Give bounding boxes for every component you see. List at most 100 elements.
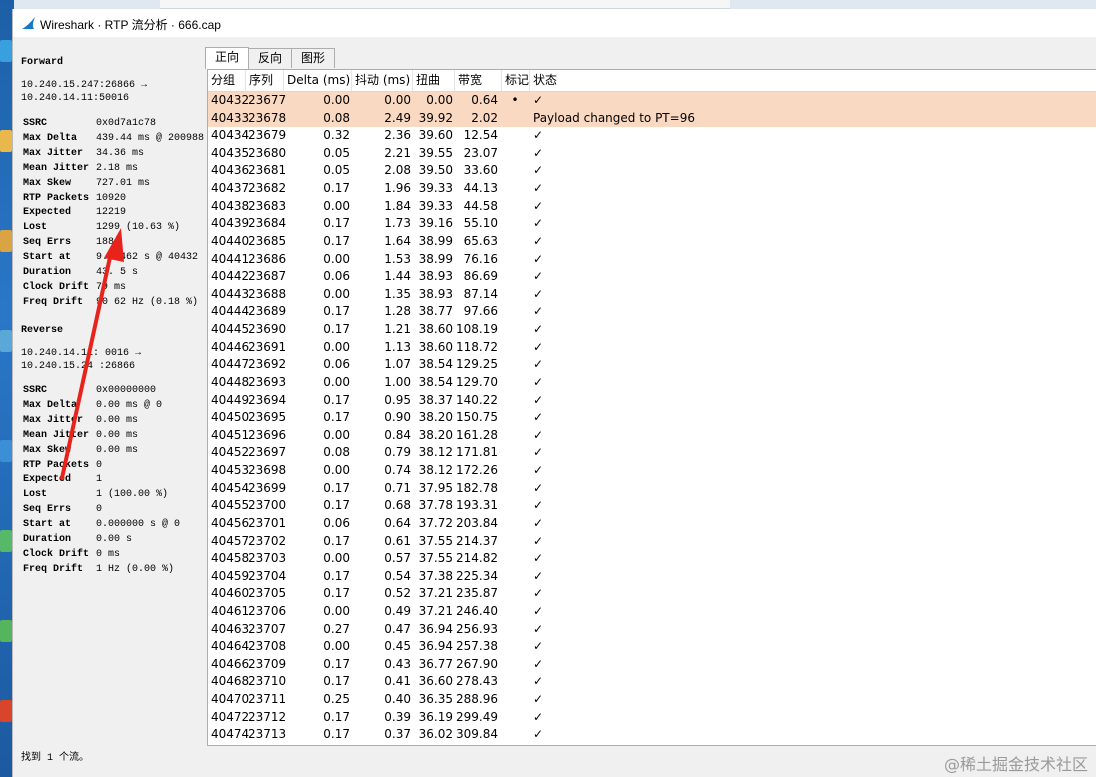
desktop-icon[interactable] (0, 440, 12, 462)
watermark: @稀土掘金技术社区 (943, 755, 1088, 774)
table-row[interactable]: 40434 23679 0.32 2.36 39.60 12.54 ✓ (208, 127, 1096, 145)
stat-key: SSRC (23, 118, 48, 129)
cell-delta: 0.00 (323, 339, 350, 354)
stat-value: 1 Hz (0.00 %) (96, 563, 175, 575)
col-header-delta[interactable]: Delta (ms) (284, 70, 352, 91)
table-row[interactable]: 40432 23677 0.00 0.00 0.00 0.64 • ✓ (208, 92, 1096, 110)
desktop-icon[interactable] (0, 230, 12, 252)
table-row[interactable]: 40461 23706 0.00 0.49 37.21 246.40 ✓ (208, 603, 1096, 621)
table-row[interactable]: 40450 23695 0.17 0.90 38.20 150.75 ✓ (208, 409, 1096, 427)
table-row[interactable]: 40466 23709 0.17 0.43 36.77 267.90 ✓ (208, 656, 1096, 674)
col-header-skew[interactable]: 扭曲 (413, 70, 455, 91)
cell-status: ✓ (533, 233, 544, 248)
cell-jitter: 0.57 (384, 551, 411, 566)
stat-row: Start at 9.9 462 s @ 40432 (23, 252, 198, 267)
table-row[interactable]: 40438 23683 0.00 1.84 39.33 44.58 ✓ (208, 198, 1096, 216)
cell-marker (502, 374, 528, 392)
col-header-packet[interactable]: 分组 (208, 70, 246, 91)
table-row[interactable]: 40456 23701 0.06 0.64 37.72 203.84 ✓ (208, 515, 1096, 533)
table-row[interactable]: 40468 23710 0.17 0.41 36.60 278.43 ✓ (208, 673, 1096, 691)
table-row[interactable]: 40459 23704 0.17 0.54 37.38 225.34 ✓ (208, 568, 1096, 586)
desktop-icon[interactable] (0, 700, 12, 722)
cell-delta: 0.17 (323, 533, 350, 548)
title-bar[interactable]: Wireshark · RTP 流分析 · 666.cap (13, 9, 1096, 37)
col-header-sequence[interactable]: 序列 (246, 70, 284, 91)
table-row[interactable]: 40451 23696 0.00 0.84 38.20 161.28 ✓ (208, 427, 1096, 445)
table-row[interactable]: 40441 23686 0.00 1.53 38.99 76.16 ✓ (208, 251, 1096, 269)
desktop-icon[interactable] (0, 530, 12, 552)
table-row[interactable]: 40442 23687 0.06 1.44 38.93 86.69 ✓ (208, 268, 1096, 286)
cell-skew: 38.60 (418, 339, 453, 354)
tab-graph[interactable]: 图形 (291, 48, 335, 68)
cell-bandwidth: 108.19 (456, 322, 498, 337)
cell-skew: 39.50 (418, 163, 453, 178)
table-row[interactable]: 40447 23692 0.06 1.07 38.54 129.25 ✓ (208, 356, 1096, 374)
cell-bandwidth: 161.28 (456, 427, 498, 442)
cell-skew: 38.60 (418, 322, 453, 337)
col-header-marker[interactable]: 标记 (502, 70, 530, 91)
reverse-addr-line1: 10.240.14.11: 0016 → (21, 348, 142, 359)
table-row[interactable]: 40439 23684 0.17 1.73 39.16 55.10 ✓ (208, 215, 1096, 233)
table-row[interactable]: 40454 23699 0.17 0.71 37.95 182.78 ✓ (208, 480, 1096, 498)
table-row[interactable]: 40474 23713 0.17 0.37 36.02 309.84 ✓ (208, 726, 1096, 744)
table-row[interactable]: 40448 23693 0.00 1.00 38.54 129.70 ✓ (208, 374, 1096, 392)
table-row[interactable]: 40436 23681 0.05 2.08 39.50 33.60 ✓ (208, 162, 1096, 180)
stat-value: 34.36 ms (96, 147, 145, 159)
table-row[interactable]: 40463 23707 0.27 0.47 36.94 256.93 ✓ (208, 621, 1096, 639)
cell-bandwidth: 235.87 (456, 586, 498, 601)
cell-status: ✓ (533, 639, 544, 654)
table-row[interactable]: 40435 23680 0.05 2.21 39.55 23.07 ✓ (208, 145, 1096, 163)
table-row[interactable]: 40455 23700 0.17 0.68 37.78 193.31 ✓ (208, 497, 1096, 515)
cell-status: ✓ (533, 322, 544, 337)
cell-marker (502, 233, 528, 251)
table-row[interactable]: 40460 23705 0.17 0.52 37.21 235.87 ✓ (208, 585, 1096, 603)
col-header-bandwidth[interactable]: 带宽 (455, 70, 502, 91)
desktop-icon[interactable] (0, 620, 12, 642)
stat-row: Expected 12219 (23, 207, 126, 222)
desktop-icon[interactable] (0, 40, 12, 62)
wireshark-fin-icon (22, 17, 35, 29)
table-row[interactable]: 40464 23708 0.00 0.45 36.94 257.38 ✓ (208, 638, 1096, 656)
col-header-status[interactable]: 状态 (530, 70, 1096, 91)
cell-jitter: 1.07 (384, 357, 411, 372)
cell-jitter: 2.08 (384, 163, 411, 178)
stat-row: Max Skew 0.00 ms (23, 445, 138, 460)
col-header-jitter[interactable]: 抖动 (ms) (352, 70, 413, 91)
cell-packet: 40443 (211, 286, 250, 301)
table-row[interactable]: 40449 23694 0.17 0.95 38.37 140.22 ✓ (208, 392, 1096, 410)
table-row[interactable]: 40437 23682 0.17 1.96 39.33 44.13 ✓ (208, 180, 1096, 198)
table-row[interactable]: 40440 23685 0.17 1.64 38.99 65.63 ✓ (208, 233, 1096, 251)
table-row[interactable]: 40444 23689 0.17 1.28 38.77 97.66 ✓ (208, 303, 1096, 321)
desktop-icon[interactable] (0, 330, 12, 352)
cell-packet: 40468 (211, 674, 250, 689)
desktop-icon[interactable] (0, 130, 12, 152)
stat-value: 90 62 Hz (0.18 %) (96, 296, 199, 308)
tab-reverse[interactable]: 反向 (248, 48, 292, 68)
cell-packet: 40459 (211, 568, 250, 583)
table-row[interactable]: 40443 23688 0.00 1.35 38.93 87.14 ✓ (208, 286, 1096, 304)
table-row[interactable]: 40472 23712 0.17 0.39 36.19 299.49 ✓ (208, 709, 1096, 727)
stat-row: Clock Drift 0 ms (23, 549, 120, 564)
cell-status: ✓ (533, 145, 544, 160)
cell-bandwidth: 225.34 (456, 568, 498, 583)
cell-jitter: 0.71 (384, 480, 411, 495)
table-row[interactable]: 40433 23678 0.08 2.49 39.92 2.02 Payload chang… (208, 109, 1096, 128)
table-row[interactable]: 40458 23703 0.00 0.57 37.55 214.82 ✓ (208, 550, 1096, 568)
table-row[interactable]: 40452 23697 0.08 0.79 38.12 171.81 ✓ (208, 444, 1096, 462)
table-row[interactable]: 40445 23690 0.17 1.21 38.60 108.19 ✓ (208, 321, 1096, 339)
cell-sequence: 23709 (248, 656, 287, 671)
cell-marker (502, 462, 528, 480)
cell-skew: 38.99 (418, 251, 453, 266)
table-row[interactable]: 40453 23698 0.00 0.74 38.12 172.26 ✓ (208, 462, 1096, 480)
table-row[interactable]: 40457 23702 0.17 0.61 37.55 214.37 ✓ (208, 533, 1096, 551)
cell-skew: 37.55 (418, 551, 453, 566)
cell-delta: 0.00 (323, 551, 350, 566)
cell-sequence: 23695 (248, 410, 287, 425)
cell-jitter: 1.73 (384, 216, 411, 231)
tab-forward[interactable]: 正向 (205, 47, 249, 69)
table-row[interactable]: 40470 23711 0.25 0.40 36.35 288.96 ✓ (208, 691, 1096, 709)
cell-marker (502, 533, 528, 551)
packet-table[interactable]: 分组 序列 Delta (ms) 抖动 (ms) 扭曲 带宽 标记 状态 404… (207, 69, 1096, 746)
cell-bandwidth: 76.16 (463, 251, 498, 266)
table-row[interactable]: 40446 23691 0.00 1.13 38.60 118.72 ✓ (208, 339, 1096, 357)
